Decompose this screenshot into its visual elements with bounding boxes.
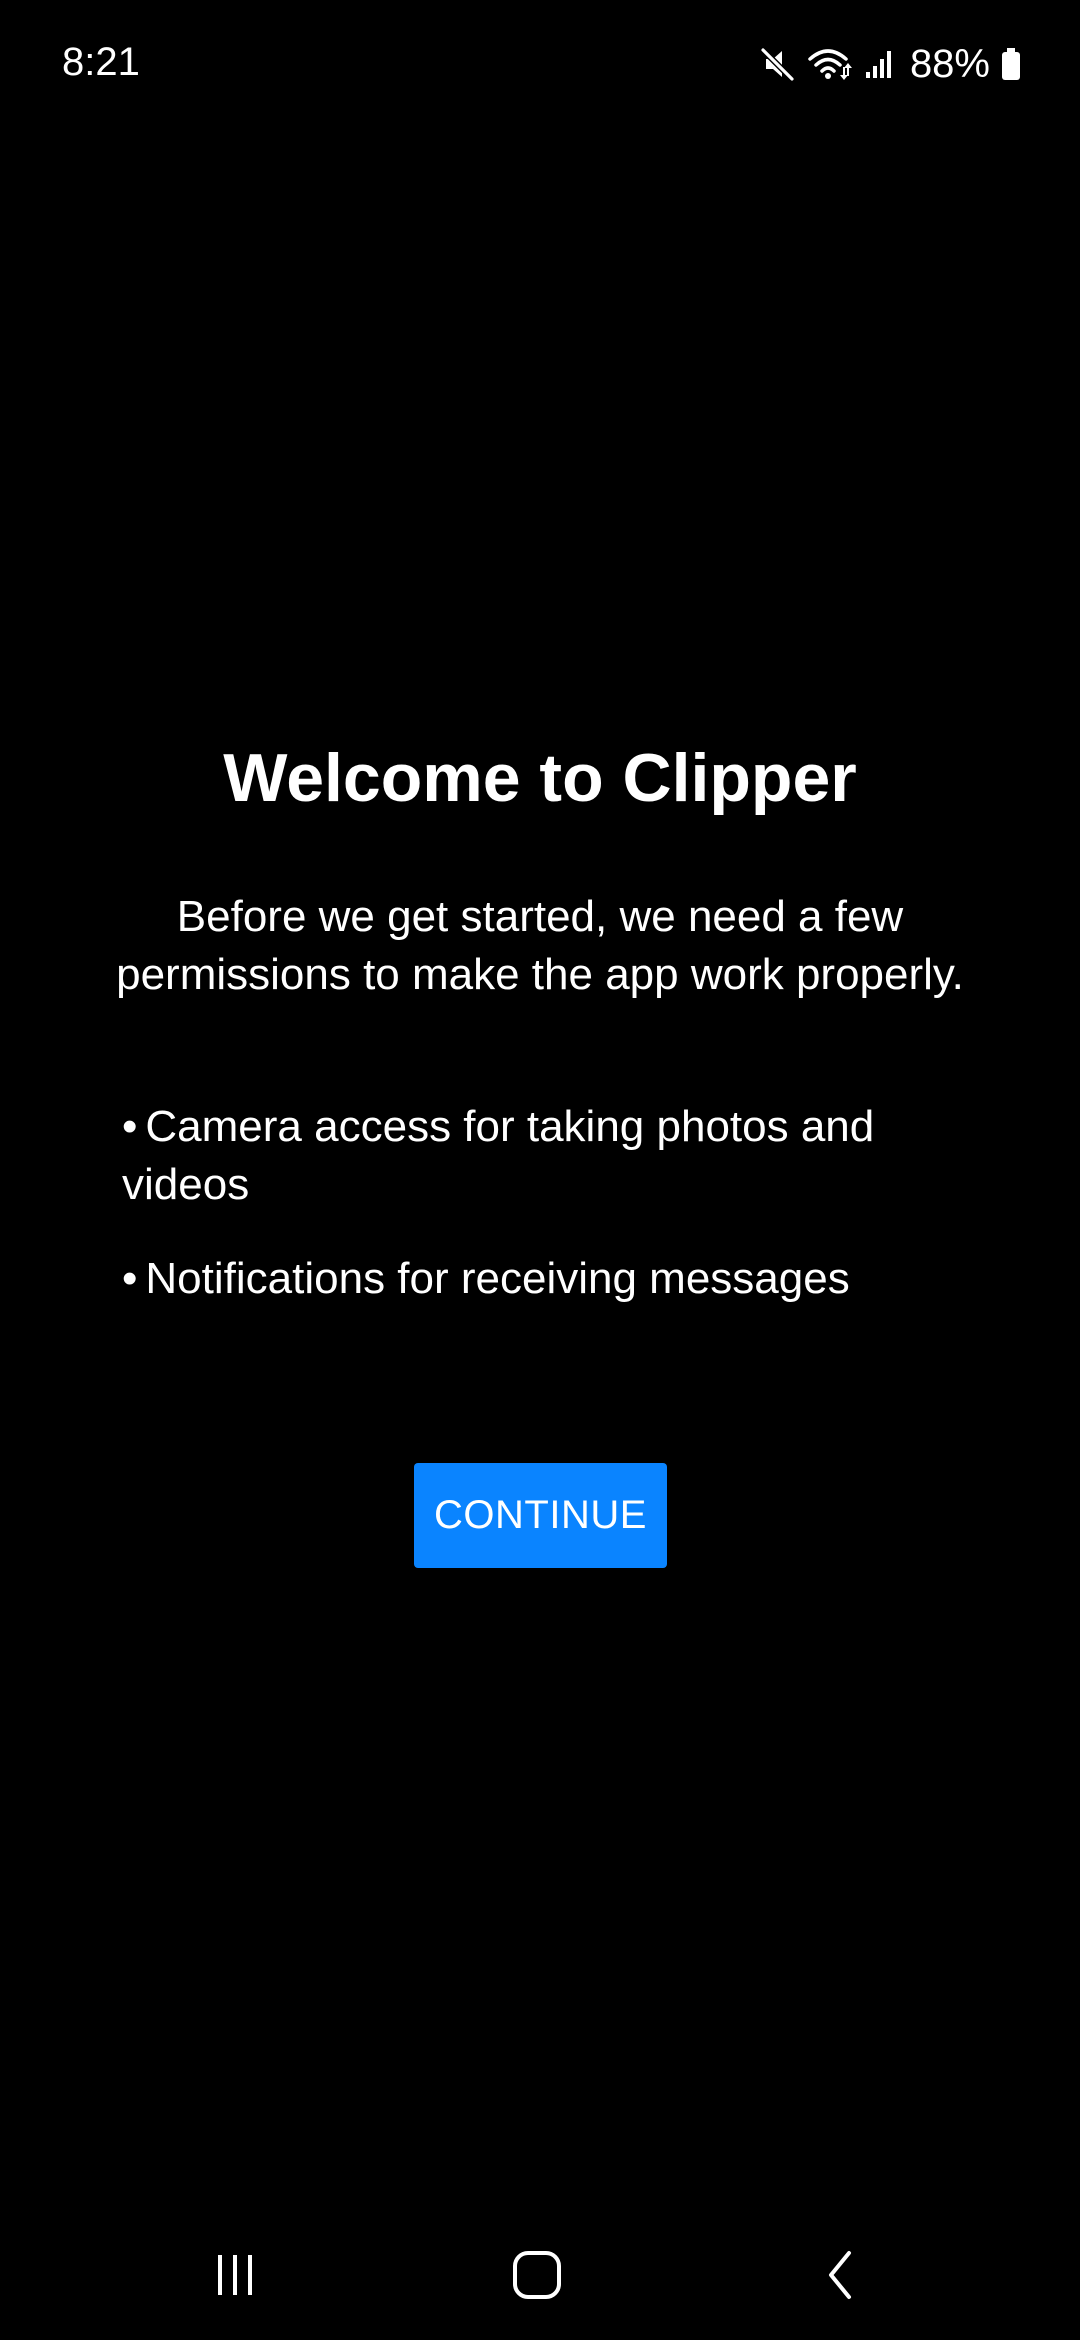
signal-icon xyxy=(864,44,896,84)
permission-text-camera: Camera access for taking photos and vide… xyxy=(122,1102,875,1209)
welcome-title: Welcome to Clipper xyxy=(223,740,857,816)
welcome-intro: Before we get started, we need a few per… xyxy=(116,892,964,999)
permission-list: • Camera access for taking photos and vid… xyxy=(122,1098,982,1344)
home-button[interactable] xyxy=(477,2232,597,2322)
bullet: • xyxy=(122,1102,138,1151)
home-icon xyxy=(507,2245,567,2310)
status-bar: 8:21 88% xyxy=(0,0,1080,130)
back-icon xyxy=(811,2245,871,2310)
permission-text-notifications: Notifications for receiving messages xyxy=(145,1254,850,1303)
recents-icon xyxy=(205,2245,265,2310)
navigation-bar xyxy=(0,2210,1080,2340)
bullet: • xyxy=(122,1254,138,1303)
permission-item-camera: • Camera access for taking photos and vid… xyxy=(122,1098,982,1214)
mute-icon xyxy=(758,44,798,84)
permission-item-notifications: • Notifications for receiving messages xyxy=(122,1250,982,1308)
battery-percent: 88% xyxy=(909,42,990,86)
battery-icon xyxy=(1000,44,1022,84)
status-icons: 88% xyxy=(758,36,1022,92)
continue-button[interactable]: CONTINUE xyxy=(414,1463,667,1568)
status-time: 8:21 xyxy=(62,40,140,84)
wifi-icon xyxy=(806,44,856,84)
recents-button[interactable] xyxy=(175,2232,295,2322)
back-button[interactable] xyxy=(781,2232,901,2322)
